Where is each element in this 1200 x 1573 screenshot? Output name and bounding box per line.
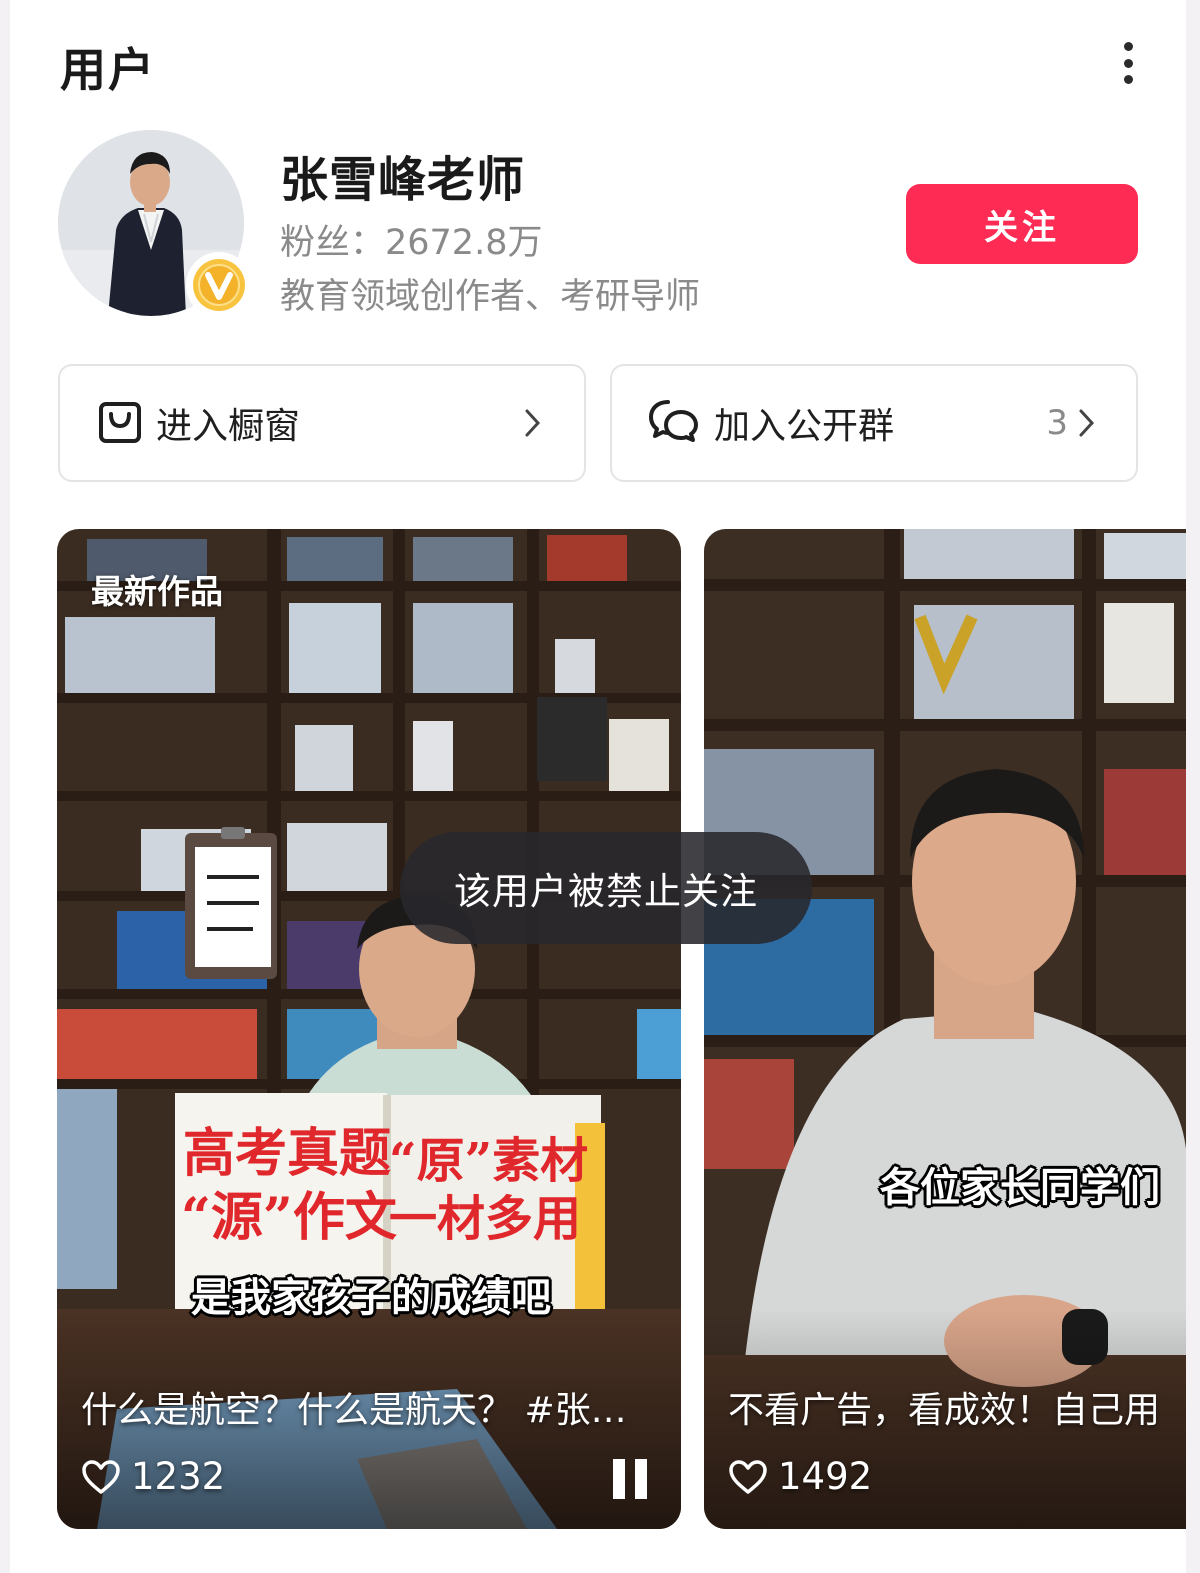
group-count: 3 xyxy=(1046,403,1068,443)
book-title-left-line2: “源”作文 xyxy=(181,1187,397,1248)
profile-fans: 粉丝：2672.8万 xyxy=(280,223,543,263)
chevron-right-icon xyxy=(1072,403,1102,443)
profile-name: 张雪峰老师 xyxy=(280,152,526,208)
video-card[interactable]: 高考真题 “源”作文 “原”素材 一材多用 最新作品 是我家孩子的成绩吧 什么是… xyxy=(57,529,681,1529)
video-card[interactable]: 各位家长同学们 不看广告，看成效！自己用 1492 xyxy=(704,529,1186,1529)
profile-description: 教育领域创作者、考研导师 xyxy=(280,277,701,317)
join-group-entry[interactable]: 加入公开群 3 xyxy=(610,364,1138,482)
more-vertical-icon[interactable] xyxy=(1108,38,1148,88)
video-likes: 1492 xyxy=(728,1455,872,1498)
shop-window-label: 进入橱窗 xyxy=(156,406,301,447)
toast-message: 该用户被禁止关注 xyxy=(400,832,812,944)
shop-window-entry[interactable]: 进入橱窗 xyxy=(58,364,586,482)
video-likes: 1232 xyxy=(81,1455,225,1498)
likes-count: 1232 xyxy=(131,1455,226,1498)
verified-v-icon xyxy=(186,252,252,318)
heart-icon xyxy=(729,1459,767,1494)
section-title: 用户 xyxy=(60,43,156,97)
video-thumbnail xyxy=(704,529,1186,1529)
join-group-label: 加入公开群 xyxy=(714,406,895,447)
video-caption: 不看广告，看成效！自己用 xyxy=(728,1390,1161,1431)
heart-icon xyxy=(82,1459,120,1494)
video-thumbnail xyxy=(57,529,681,1529)
chat-bubbles-icon xyxy=(648,398,700,448)
video-subtitle: 各位家长同学们 xyxy=(880,1165,1160,1211)
book-title-right-line2: 一材多用 xyxy=(389,1191,582,1247)
latest-works-badge: 最新作品 xyxy=(91,572,223,611)
likes-count: 1492 xyxy=(778,1455,873,1498)
video-caption: 什么是航空？什么是航天？ #张… xyxy=(81,1390,627,1431)
shopping-bag-icon xyxy=(98,398,142,448)
user-card: 用户 张雪峰老师 粉丝：2672.8万 教育领域创作者、考研导师 关注 进入橱窗… xyxy=(10,0,1186,1573)
follow-button[interactable]: 关注 xyxy=(906,184,1138,264)
video-subtitle: 是我家孩子的成绩吧 xyxy=(191,1275,551,1321)
chevron-right-icon xyxy=(518,403,548,443)
